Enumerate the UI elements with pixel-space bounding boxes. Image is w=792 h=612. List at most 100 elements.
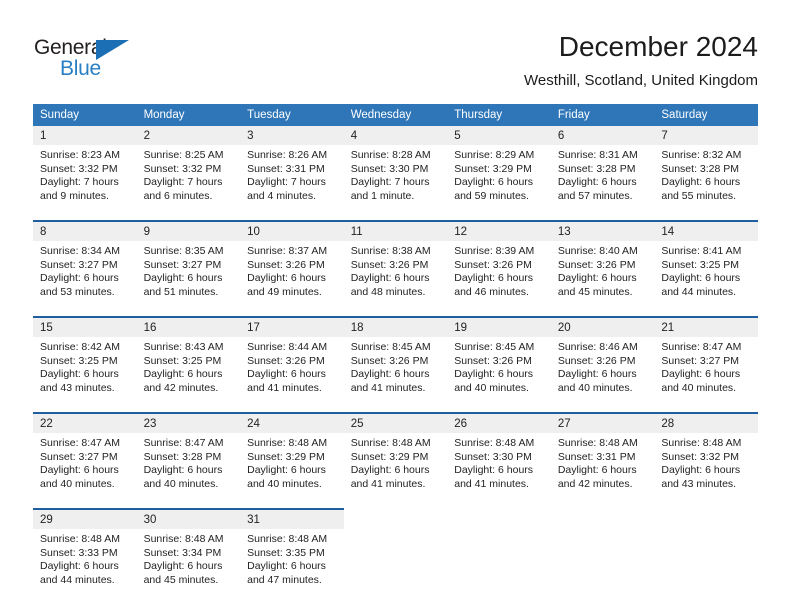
day-cell[interactable]: Sunrise: 8:48 AM Sunset: 3:30 PM Dayligh… xyxy=(447,433,551,509)
day-number[interactable]: 22 xyxy=(33,413,137,433)
day-cell[interactable]: Sunrise: 8:47 AM Sunset: 3:28 PM Dayligh… xyxy=(137,433,241,509)
sunrise-text: Sunrise: 8:41 AM xyxy=(661,245,758,259)
sunset-text: Sunset: 3:25 PM xyxy=(40,355,137,369)
day-cell[interactable]: Sunrise: 8:48 AM Sunset: 3:34 PM Dayligh… xyxy=(137,529,241,604)
daylight-text: Daylight: 7 hours xyxy=(144,176,241,190)
day-cell[interactable]: Sunrise: 8:48 AM Sunset: 3:32 PM Dayligh… xyxy=(654,433,758,509)
day-cell[interactable]: Sunrise: 8:45 AM Sunset: 3:26 PM Dayligh… xyxy=(447,337,551,413)
day-number[interactable]: 3 xyxy=(240,126,344,145)
week-row-details: Sunrise: 8:42 AM Sunset: 3:25 PM Dayligh… xyxy=(33,337,758,413)
daylight-text: Daylight: 7 hours xyxy=(40,176,137,190)
daylight-text-cont: and 44 minutes. xyxy=(40,574,137,588)
day-cell[interactable]: Sunrise: 8:31 AM Sunset: 3:28 PM Dayligh… xyxy=(551,145,655,221)
day-cell[interactable]: Sunrise: 8:42 AM Sunset: 3:25 PM Dayligh… xyxy=(33,337,137,413)
day-number[interactable]: 31 xyxy=(240,509,344,529)
daylight-text: Daylight: 6 hours xyxy=(247,368,344,382)
day-cell[interactable]: Sunrise: 8:29 AM Sunset: 3:29 PM Dayligh… xyxy=(447,145,551,221)
day-cell[interactable]: Sunrise: 8:46 AM Sunset: 3:26 PM Dayligh… xyxy=(551,337,655,413)
day-cell[interactable]: Sunrise: 8:48 AM Sunset: 3:35 PM Dayligh… xyxy=(240,529,344,604)
daylight-text: Daylight: 6 hours xyxy=(247,272,344,286)
day-number[interactable]: 29 xyxy=(33,509,137,529)
calendar-table: Sunday Monday Tuesday Wednesday Thursday… xyxy=(33,104,758,604)
day-number[interactable]: 18 xyxy=(344,317,448,337)
day-cell[interactable]: Sunrise: 8:40 AM Sunset: 3:26 PM Dayligh… xyxy=(551,241,655,317)
day-number[interactable]: 14 xyxy=(654,221,758,241)
daylight-text: Daylight: 6 hours xyxy=(144,368,241,382)
day-cell[interactable]: Sunrise: 8:48 AM Sunset: 3:33 PM Dayligh… xyxy=(33,529,137,604)
day-cell[interactable]: Sunrise: 8:43 AM Sunset: 3:25 PM Dayligh… xyxy=(137,337,241,413)
week-row-daynumbers: 15 16 17 18 19 20 21 xyxy=(33,317,758,337)
day-number[interactable]: 10 xyxy=(240,221,344,241)
day-number[interactable]: 12 xyxy=(447,221,551,241)
day-cell[interactable]: Sunrise: 8:28 AM Sunset: 3:30 PM Dayligh… xyxy=(344,145,448,221)
day-number[interactable]: 13 xyxy=(551,221,655,241)
sunrise-text: Sunrise: 8:48 AM xyxy=(351,437,448,451)
day-number[interactable]: 26 xyxy=(447,413,551,433)
day-cell[interactable]: Sunrise: 8:45 AM Sunset: 3:26 PM Dayligh… xyxy=(344,337,448,413)
day-cell[interactable]: Sunrise: 8:48 AM Sunset: 3:29 PM Dayligh… xyxy=(240,433,344,509)
day-number[interactable]: 7 xyxy=(654,126,758,145)
week-row-daynumbers: 22 23 24 25 26 27 28 xyxy=(33,413,758,433)
week-row-details: Sunrise: 8:47 AM Sunset: 3:27 PM Dayligh… xyxy=(33,433,758,509)
sunset-text: Sunset: 3:29 PM xyxy=(454,163,551,177)
daylight-text: Daylight: 6 hours xyxy=(558,464,655,478)
day-cell[interactable]: Sunrise: 8:48 AM Sunset: 3:29 PM Dayligh… xyxy=(344,433,448,509)
day-cell[interactable]: Sunrise: 8:26 AM Sunset: 3:31 PM Dayligh… xyxy=(240,145,344,221)
day-number[interactable]: 20 xyxy=(551,317,655,337)
daylight-text: Daylight: 6 hours xyxy=(247,560,344,574)
day-cell[interactable]: Sunrise: 8:44 AM Sunset: 3:26 PM Dayligh… xyxy=(240,337,344,413)
day-number[interactable]: 23 xyxy=(137,413,241,433)
day-number[interactable]: 25 xyxy=(344,413,448,433)
sunset-text: Sunset: 3:34 PM xyxy=(144,547,241,561)
sunrise-text: Sunrise: 8:47 AM xyxy=(40,437,137,451)
week-row-daynumbers: 29 30 31 xyxy=(33,509,758,529)
day-cell[interactable]: Sunrise: 8:39 AM Sunset: 3:26 PM Dayligh… xyxy=(447,241,551,317)
day-cell[interactable]: Sunrise: 8:41 AM Sunset: 3:25 PM Dayligh… xyxy=(654,241,758,317)
day-number[interactable]: 30 xyxy=(137,509,241,529)
day-number[interactable]: 9 xyxy=(137,221,241,241)
day-number[interactable]: 8 xyxy=(33,221,137,241)
daylight-text-cont: and 48 minutes. xyxy=(351,286,448,300)
day-number[interactable]: 16 xyxy=(137,317,241,337)
day-number[interactable]: 28 xyxy=(654,413,758,433)
day-cell[interactable]: Sunrise: 8:32 AM Sunset: 3:28 PM Dayligh… xyxy=(654,145,758,221)
day-number[interactable]: 19 xyxy=(447,317,551,337)
day-number[interactable]: 6 xyxy=(551,126,655,145)
day-number[interactable]: 17 xyxy=(240,317,344,337)
day-cell[interactable]: Sunrise: 8:38 AM Sunset: 3:26 PM Dayligh… xyxy=(344,241,448,317)
day-number[interactable]: 2 xyxy=(137,126,241,145)
sunrise-text: Sunrise: 8:48 AM xyxy=(144,533,241,547)
day-number[interactable]: 5 xyxy=(447,126,551,145)
week-row-daynumbers: 8 9 10 11 12 13 14 xyxy=(33,221,758,241)
day-number[interactable]: 27 xyxy=(551,413,655,433)
sunset-text: Sunset: 3:33 PM xyxy=(40,547,137,561)
day-cell[interactable]: Sunrise: 8:48 AM Sunset: 3:31 PM Dayligh… xyxy=(551,433,655,509)
sunrise-text: Sunrise: 8:45 AM xyxy=(454,341,551,355)
day-number[interactable]: 21 xyxy=(654,317,758,337)
day-cell[interactable]: Sunrise: 8:37 AM Sunset: 3:26 PM Dayligh… xyxy=(240,241,344,317)
sunrise-text: Sunrise: 8:35 AM xyxy=(144,245,241,259)
weekday-header-saturday: Saturday xyxy=(654,104,758,126)
day-cell[interactable]: Sunrise: 8:47 AM Sunset: 3:27 PM Dayligh… xyxy=(654,337,758,413)
daylight-text: Daylight: 6 hours xyxy=(40,272,137,286)
day-cell[interactable]: Sunrise: 8:25 AM Sunset: 3:32 PM Dayligh… xyxy=(137,145,241,221)
day-number[interactable]: 4 xyxy=(344,126,448,145)
sunrise-text: Sunrise: 8:39 AM xyxy=(454,245,551,259)
day-number[interactable]: 11 xyxy=(344,221,448,241)
day-number[interactable]: 24 xyxy=(240,413,344,433)
daylight-text-cont: and 43 minutes. xyxy=(40,382,137,396)
sunrise-text: Sunrise: 8:48 AM xyxy=(454,437,551,451)
week-row-details: Sunrise: 8:48 AM Sunset: 3:33 PM Dayligh… xyxy=(33,529,758,604)
day-cell-empty xyxy=(654,529,758,604)
daylight-text-cont: and 40 minutes. xyxy=(558,382,655,396)
day-number[interactable]: 15 xyxy=(33,317,137,337)
day-number[interactable]: 1 xyxy=(33,126,137,145)
day-cell[interactable]: Sunrise: 8:47 AM Sunset: 3:27 PM Dayligh… xyxy=(33,433,137,509)
day-cell[interactable]: Sunrise: 8:34 AM Sunset: 3:27 PM Dayligh… xyxy=(33,241,137,317)
day-cell[interactable]: Sunrise: 8:35 AM Sunset: 3:27 PM Dayligh… xyxy=(137,241,241,317)
general-blue-logo[interactable]: General Blue xyxy=(34,36,144,82)
sunset-text: Sunset: 3:27 PM xyxy=(40,259,137,273)
page-title: December 2024 xyxy=(524,30,758,64)
day-cell[interactable]: Sunrise: 8:23 AM Sunset: 3:32 PM Dayligh… xyxy=(33,145,137,221)
daylight-text-cont: and 46 minutes. xyxy=(454,286,551,300)
